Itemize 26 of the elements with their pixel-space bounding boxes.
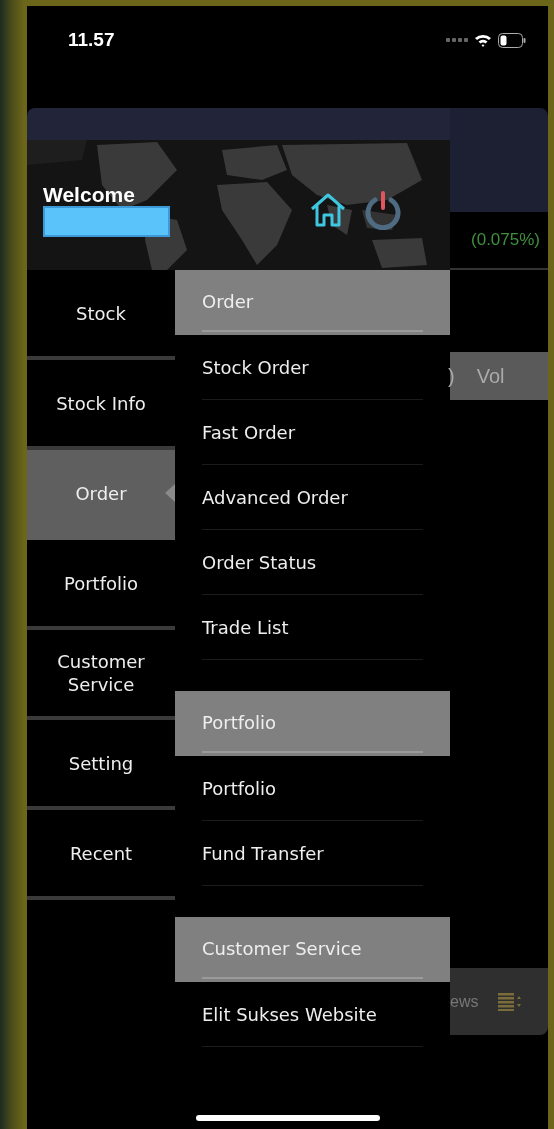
tab-label: ews — [450, 992, 479, 1011]
section-header: Portfolio — [175, 691, 450, 756]
menu-item[interactable]: Order — [27, 450, 175, 540]
section-header: Order — [175, 270, 450, 335]
submenu-item[interactable]: Stock Order — [202, 335, 423, 400]
welcome-label: Welcome — [43, 183, 135, 206]
battery-icon — [498, 32, 526, 48]
list-icon[interactable] — [498, 992, 523, 1011]
change-percent: (0.075%) — [471, 230, 540, 250]
home-icon[interactable] — [310, 193, 346, 227]
menu-item[interactable]: Recent — [27, 810, 175, 900]
submenu-item[interactable]: Elit Sukses Website — [202, 982, 423, 1047]
section-header: Customer Service — [175, 917, 450, 982]
menu-item[interactable]: Portfolio — [27, 540, 175, 630]
selection-arrow-icon — [165, 484, 175, 502]
submenu-item[interactable]: Fund Transfer — [202, 821, 423, 886]
wifi-icon — [474, 33, 492, 47]
submenu-item[interactable]: Order Status — [202, 530, 423, 595]
column-label: Vol — [476, 364, 505, 388]
submenu-item[interactable]: Portfolio — [202, 756, 423, 821]
submenu-item[interactable]: Fast Order — [202, 400, 423, 465]
submenu-item[interactable]: Trade List — [202, 595, 423, 660]
power-icon[interactable] — [364, 190, 402, 230]
status-time: 11.57 — [68, 29, 115, 51]
signal-icon — [446, 38, 468, 42]
submenu-item[interactable]: Advanced Order — [202, 465, 423, 530]
